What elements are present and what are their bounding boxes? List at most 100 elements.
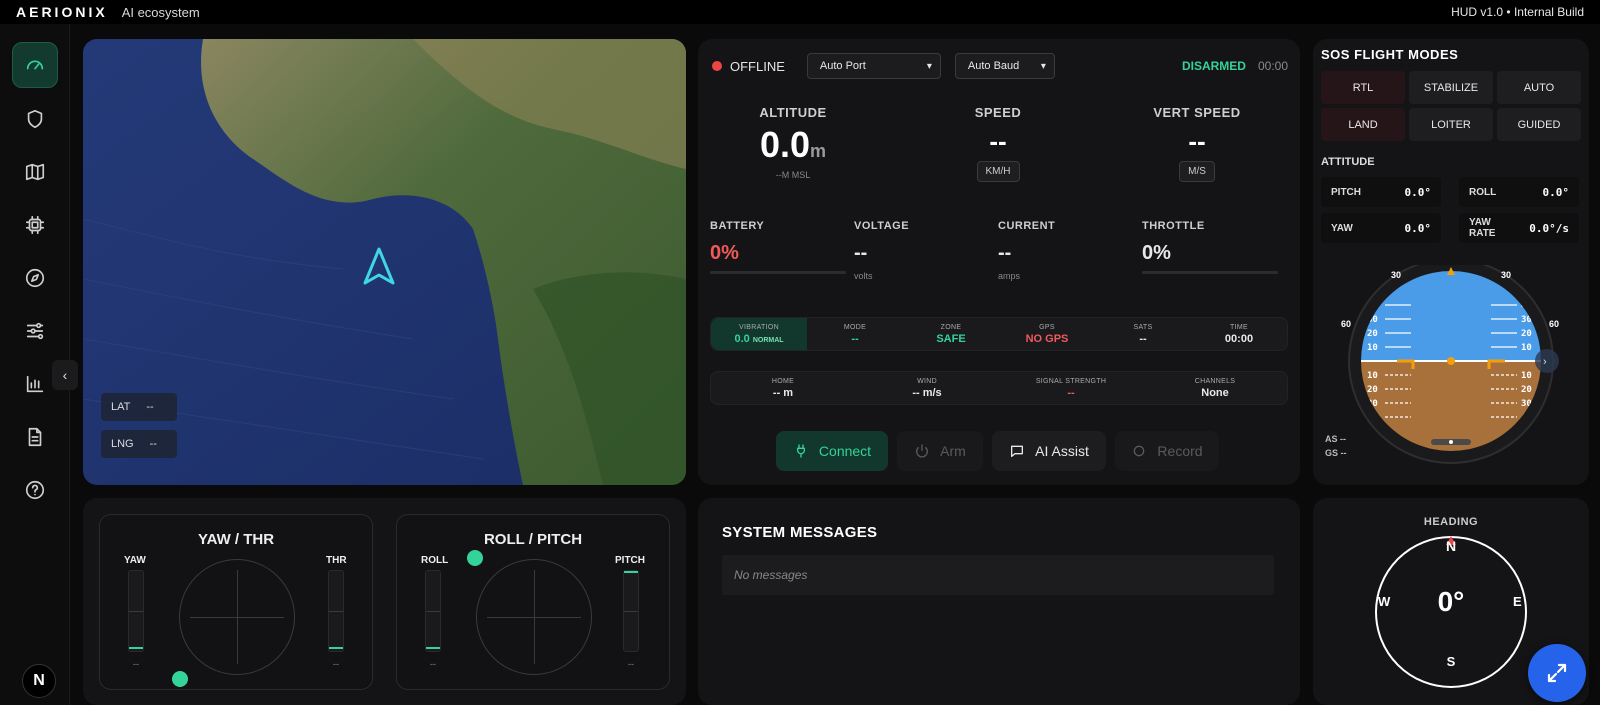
status-strip: VIBRATION 0.0 NORMAL MODE -- ZONE SAFE G… bbox=[710, 317, 1288, 351]
sidebar-item-help[interactable] bbox=[12, 467, 58, 513]
sidebar: ‹ bbox=[0, 24, 78, 705]
yaw-slider[interactable] bbox=[128, 570, 144, 652]
svg-text:20: 20 bbox=[1367, 385, 1378, 395]
mode-grid: RTL STABILIZE AUTO LAND LOITER GUIDED bbox=[1321, 71, 1581, 141]
sidebar-item-navigation[interactable] bbox=[12, 255, 58, 301]
port-value: Auto Port bbox=[819, 60, 866, 72]
yaw-rate-readout: YAW RATE 0.0°/s bbox=[1459, 213, 1579, 243]
sidebar-item-security[interactable] bbox=[12, 96, 58, 142]
status-strip-secondary: HOME -- m WIND -- m/s SIGNAL STRENGTH --… bbox=[710, 371, 1288, 405]
mode-loiter-button[interactable]: LOITER bbox=[1409, 108, 1493, 141]
right-stick-knob[interactable] bbox=[467, 550, 483, 566]
sidebar-item-logs[interactable] bbox=[12, 414, 58, 460]
current-stat: CURRENT -- amps bbox=[998, 220, 1134, 281]
joysticks-panel: YAW / THR YAW THR -- -- ROLL / PITCH ROL… bbox=[83, 498, 686, 705]
bar-chart-icon bbox=[26, 375, 44, 393]
sidebar-item-settings[interactable] bbox=[12, 308, 58, 354]
chat-icon bbox=[1011, 445, 1024, 457]
roll-scale-left: 30 bbox=[1391, 270, 1401, 280]
speed-value: -- bbox=[989, 126, 1007, 156]
speed-unit: KM/H bbox=[976, 161, 1020, 182]
compass-s: S bbox=[1446, 654, 1456, 669]
arm-button[interactable]: Arm bbox=[897, 431, 983, 471]
lat-value: -- bbox=[146, 401, 154, 413]
throttle-stat: THROTTLE 0% bbox=[1142, 220, 1278, 274]
roll-scale-left-60: 60 bbox=[1341, 319, 1351, 329]
heading-value: 0° bbox=[1437, 586, 1465, 617]
pitch-value: -- bbox=[628, 659, 634, 669]
voltage-unit: volts bbox=[854, 271, 873, 281]
right-stick-area[interactable] bbox=[476, 559, 592, 675]
sidebar-collapse-button[interactable]: ‹ bbox=[52, 360, 78, 390]
port-select[interactable]: Auto Port ▾ bbox=[806, 53, 941, 79]
status-signal: SIGNAL STRENGTH -- bbox=[1035, 377, 1107, 399]
record-button[interactable]: Record bbox=[1115, 431, 1219, 471]
svg-text:20: 20 bbox=[1367, 329, 1378, 339]
ai-assist-button[interactable]: AI Assist bbox=[992, 431, 1106, 471]
chevron-down-icon: ▾ bbox=[926, 60, 932, 72]
svg-text:10: 10 bbox=[1367, 343, 1378, 353]
joystick-title: YAW / THR bbox=[197, 531, 275, 548]
roll-pitch-joystick: ROLL / PITCH ROLL PITCH -- -- bbox=[396, 514, 670, 690]
pitch-label: PITCH bbox=[615, 555, 645, 566]
expand-icon bbox=[1547, 663, 1567, 683]
build-info: HUD v1.0 • Internal Build bbox=[1451, 5, 1584, 19]
voltage-label: VOLTAGE bbox=[854, 220, 910, 232]
lng-value: -- bbox=[149, 438, 157, 450]
record-icon bbox=[1134, 445, 1145, 457]
heading-title: HEADING bbox=[1423, 516, 1479, 528]
message-list: No messages bbox=[722, 555, 1274, 595]
vert-speed-block: VERT SPEED -- M/S bbox=[1102, 105, 1292, 182]
connection-bar: OFFLINE Auto Port ▾ Auto Baud ▾ DISARMED… bbox=[712, 53, 1288, 79]
mode-auto-button[interactable]: AUTO bbox=[1497, 71, 1581, 104]
satellite-map[interactable]: LAT -- LNG -- bbox=[83, 39, 686, 485]
system-messages-title: SYSTEM MESSAGES bbox=[722, 524, 878, 541]
flight-modes-title: SOS FLIGHT MODES bbox=[1321, 47, 1459, 62]
svg-text:20: 20 bbox=[1521, 385, 1532, 395]
attitude-title: ATTITUDE bbox=[1321, 156, 1375, 168]
top-bar: AERIONIX AI ecosystem HUD v1.0 • Interna… bbox=[0, 0, 1600, 24]
sidebar-item-hardware[interactable] bbox=[12, 202, 58, 248]
status-wind: WIND -- m/s bbox=[912, 377, 942, 399]
roll-scale-right: 30 bbox=[1501, 270, 1511, 280]
left-stick-knob[interactable] bbox=[172, 671, 188, 687]
roll-value: -- bbox=[430, 659, 436, 669]
battery-label: BATTERY bbox=[710, 220, 765, 232]
action-buttons: Connect Arm AI Assist Record bbox=[776, 431, 1219, 471]
gauge-icon bbox=[26, 60, 44, 70]
mode-rtl-button[interactable]: RTL bbox=[1321, 71, 1405, 104]
chip-icon bbox=[25, 215, 45, 235]
compass-n: N bbox=[1445, 538, 1457, 554]
avatar[interactable]: N bbox=[22, 664, 56, 698]
yaw-readout: YAW 0.0° bbox=[1321, 213, 1441, 243]
fullscreen-button[interactable] bbox=[1528, 644, 1586, 702]
status-channels: CHANNELS None bbox=[1194, 377, 1236, 399]
mode-guided-button[interactable]: GUIDED bbox=[1497, 108, 1581, 141]
lat-readout: LAT -- bbox=[101, 393, 177, 421]
lat-label: LAT bbox=[111, 401, 131, 413]
power-icon bbox=[916, 444, 929, 458]
status-sats: SATS -- bbox=[1133, 323, 1153, 345]
connect-button[interactable]: Connect bbox=[776, 431, 888, 471]
mode-stabilize-button[interactable]: STABILIZE bbox=[1409, 71, 1493, 104]
sidebar-item-map[interactable] bbox=[12, 149, 58, 195]
shield-icon bbox=[27, 109, 43, 129]
mode-land-button[interactable]: LAND bbox=[1321, 108, 1405, 141]
plug-icon bbox=[796, 444, 805, 458]
baud-select[interactable]: Auto Baud ▾ bbox=[954, 53, 1055, 79]
chevron-down-icon: ▾ bbox=[1040, 60, 1046, 72]
status-zone: ZONE SAFE bbox=[936, 323, 966, 345]
throttle-label: THROTTLE bbox=[1142, 220, 1205, 232]
thr-slider[interactable] bbox=[328, 570, 344, 652]
thr-value: -- bbox=[333, 659, 339, 669]
left-stick-area[interactable] bbox=[179, 559, 295, 675]
pitch-slider[interactable] bbox=[623, 570, 639, 652]
roll-slider[interactable] bbox=[425, 570, 441, 652]
airspeed-readout: AS -- bbox=[1325, 434, 1347, 444]
voltage-value: -- bbox=[854, 242, 868, 264]
current-label: CURRENT bbox=[998, 220, 1056, 232]
status-mode: MODE -- bbox=[843, 323, 867, 345]
svg-text:10: 10 bbox=[1521, 371, 1532, 381]
sidebar-item-dashboard[interactable] bbox=[12, 42, 58, 88]
status-time: TIME 00:00 bbox=[1224, 323, 1254, 345]
